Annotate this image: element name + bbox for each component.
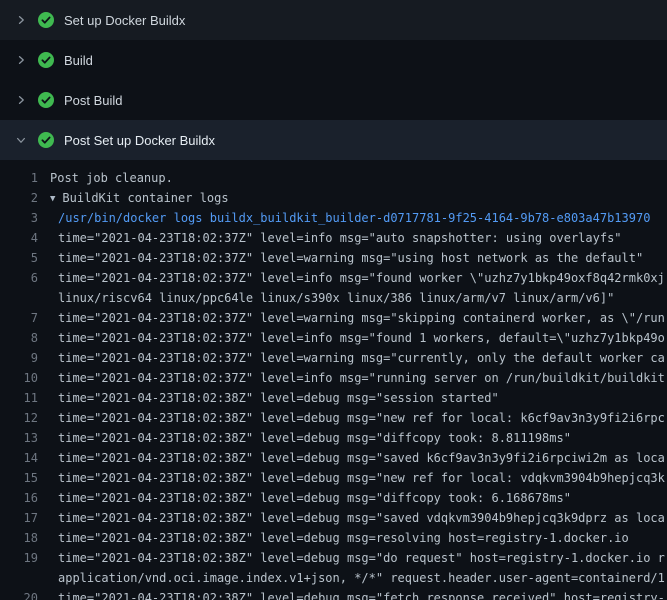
log-line: 10 time="2021-04-23T18:02:37Z" level=inf… — [0, 368, 667, 388]
section-title: Set up Docker Buildx — [64, 13, 185, 28]
log-text: BuildKit container logs — [62, 191, 228, 205]
line-number[interactable]: 17 — [0, 508, 50, 528]
line-number[interactable]: 18 — [0, 528, 50, 548]
line-number[interactable]: 15 — [0, 468, 50, 488]
line-number[interactable]: 3 — [0, 208, 50, 228]
log-line: 13 time="2021-04-23T18:02:38Z" level=deb… — [0, 428, 667, 448]
log-text: time="2021-04-23T18:02:37Z" level=info m… — [58, 271, 665, 285]
log-text: linux/riscv64 linux/ppc64le linux/s390x … — [58, 291, 614, 305]
log-line: 7 time="2021-04-23T18:02:37Z" level=warn… — [0, 308, 667, 328]
line-number[interactable]: 7 — [0, 308, 50, 328]
line-number[interactable]: 6 — [0, 268, 50, 288]
log-text: time="2021-04-23T18:02:37Z" level=info m… — [58, 371, 665, 385]
log-line: 4 time="2021-04-23T18:02:37Z" level=info… — [0, 228, 667, 248]
line-number[interactable]: 10 — [0, 368, 50, 388]
log-text: time="2021-04-23T18:02:38Z" level=debug … — [58, 471, 665, 485]
section-title: Build — [64, 53, 93, 68]
log-section-header[interactable]: Build — [0, 40, 667, 80]
line-number[interactable]: 14 — [0, 448, 50, 468]
log-line: 20 time="2021-04-23T18:02:38Z" level=deb… — [0, 588, 667, 600]
line-number[interactable]: 12 — [0, 408, 50, 428]
log-text: time="2021-04-23T18:02:37Z" level=warnin… — [58, 351, 665, 365]
log-text: time="2021-04-23T18:02:38Z" level=debug … — [58, 491, 571, 505]
log-text: time="2021-04-23T18:02:37Z" level=warnin… — [58, 251, 643, 265]
actions-log-viewer: Set up Docker Buildx Build Post Buil — [0, 0, 667, 600]
success-check-icon — [38, 12, 54, 28]
log-line: application/vnd.oci.image.index.v1+json,… — [0, 568, 667, 588]
log-line: 6 time="2021-04-23T18:02:37Z" level=info… — [0, 268, 667, 288]
success-check-icon — [38, 92, 54, 108]
log-section-header[interactable]: Post Set up Docker Buildx — [0, 120, 667, 160]
group-toggle-icon[interactable]: ▼ — [50, 189, 55, 208]
chevron-down-icon — [13, 132, 29, 148]
log-text: time="2021-04-23T18:02:38Z" level=debug … — [58, 431, 571, 445]
log-line: 1 Post job cleanup. — [0, 168, 667, 188]
log-line: 15 time="2021-04-23T18:02:38Z" level=deb… — [0, 468, 667, 488]
log-line: 12 time="2021-04-23T18:02:38Z" level=deb… — [0, 408, 667, 428]
log-step-list: Set up Docker Buildx Build Post Buil — [0, 0, 667, 160]
log-line: 3 /usr/bin/docker logs buildx_buildkit_b… — [0, 208, 667, 228]
line-number[interactable]: 11 — [0, 388, 50, 408]
log-text: time="2021-04-23T18:02:38Z" level=debug … — [58, 411, 665, 425]
log-section-header[interactable]: Set up Docker Buildx — [0, 0, 667, 40]
log-line: 19 time="2021-04-23T18:02:38Z" level=deb… — [0, 548, 667, 568]
log-line: 11 time="2021-04-23T18:02:38Z" level=deb… — [0, 388, 667, 408]
line-number[interactable]: 1 — [0, 168, 50, 188]
log-line: 16 time="2021-04-23T18:02:38Z" level=deb… — [0, 488, 667, 508]
chevron-right-icon — [13, 12, 29, 28]
log-text: time="2021-04-23T18:02:38Z" level=debug … — [58, 551, 665, 565]
line-number[interactable]: 13 — [0, 428, 50, 448]
log-text: /usr/bin/docker logs buildx_buildkit_bui… — [58, 211, 650, 225]
line-number[interactable]: 8 — [0, 328, 50, 348]
section-title: Post Build — [64, 93, 123, 108]
line-number[interactable]: 5 — [0, 248, 50, 268]
log-text: time="2021-04-23T18:02:37Z" level=warnin… — [58, 311, 665, 325]
line-number[interactable] — [0, 288, 50, 308]
line-number[interactable]: 9 — [0, 348, 50, 368]
log-text: time="2021-04-23T18:02:38Z" level=debug … — [58, 451, 665, 465]
log-text: time="2021-04-23T18:02:38Z" level=debug … — [58, 391, 499, 405]
log-line: 17 time="2021-04-23T18:02:38Z" level=deb… — [0, 508, 667, 528]
line-number[interactable]: 4 — [0, 228, 50, 248]
log-line: 2 ▼ BuildKit container logs — [0, 188, 667, 208]
line-number[interactable] — [0, 568, 50, 588]
log-line: 14 time="2021-04-23T18:02:38Z" level=deb… — [0, 448, 667, 468]
success-check-icon — [38, 132, 54, 148]
log-section-header[interactable]: Post Build — [0, 80, 667, 120]
success-check-icon — [38, 52, 54, 68]
log-line: 8 time="2021-04-23T18:02:37Z" level=info… — [0, 328, 667, 348]
log-output: 1 Post job cleanup. 2 ▼ BuildKit containe… — [0, 160, 667, 600]
log-text: time="2021-04-23T18:02:38Z" level=debug … — [58, 531, 629, 545]
line-number[interactable]: 2 — [0, 188, 50, 208]
chevron-right-icon — [13, 92, 29, 108]
line-number[interactable]: 16 — [0, 488, 50, 508]
chevron-right-icon — [13, 52, 29, 68]
line-number[interactable]: 19 — [0, 548, 50, 568]
log-line: 5 time="2021-04-23T18:02:37Z" level=warn… — [0, 248, 667, 268]
log-text: Post job cleanup. — [50, 171, 173, 185]
log-line: 9 time="2021-04-23T18:02:37Z" level=warn… — [0, 348, 667, 368]
log-text: time="2021-04-23T18:02:38Z" level=debug … — [58, 591, 665, 600]
log-line: linux/riscv64 linux/ppc64le linux/s390x … — [0, 288, 667, 308]
log-text: time="2021-04-23T18:02:37Z" level=info m… — [58, 231, 622, 245]
log-text: time="2021-04-23T18:02:38Z" level=debug … — [58, 511, 665, 525]
log-line: 18 time="2021-04-23T18:02:38Z" level=deb… — [0, 528, 667, 548]
section-title: Post Set up Docker Buildx — [64, 133, 215, 148]
log-text: application/vnd.oci.image.index.v1+json,… — [58, 571, 667, 585]
line-number[interactable]: 20 — [0, 588, 50, 600]
log-text: time="2021-04-23T18:02:37Z" level=info m… — [58, 331, 665, 345]
